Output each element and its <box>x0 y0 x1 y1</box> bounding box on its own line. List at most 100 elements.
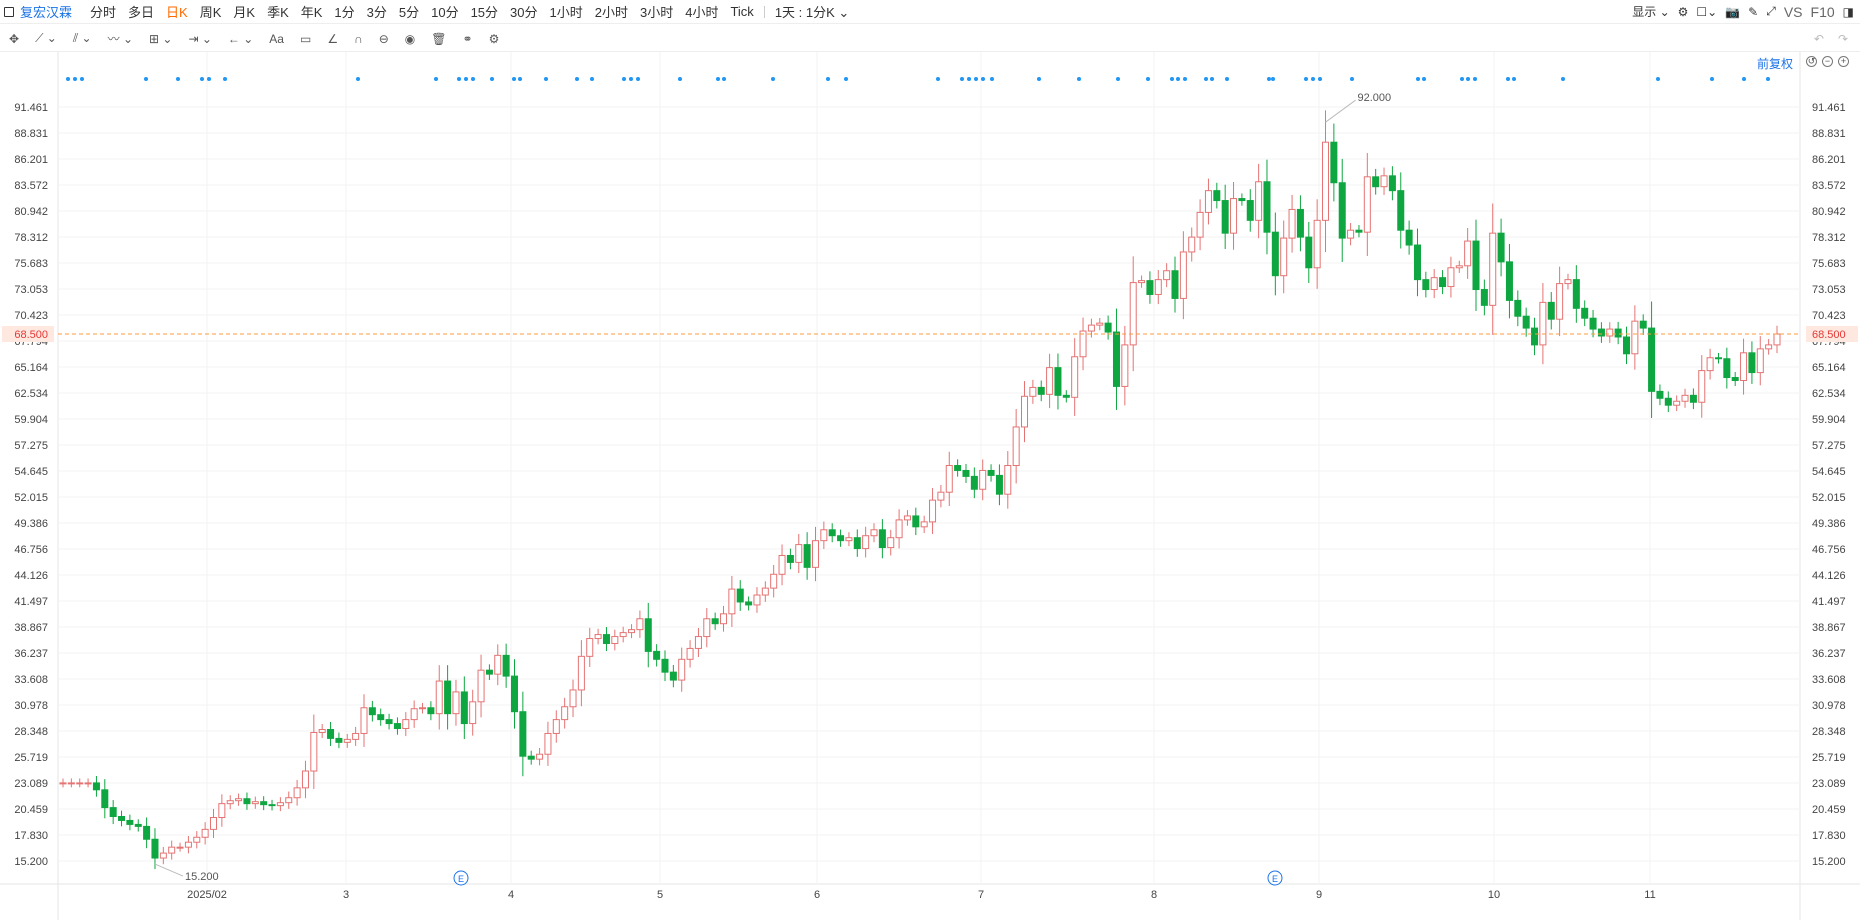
candle <box>327 721 335 746</box>
comment-icon[interactable]: ▭ <box>300 32 311 46</box>
candlestick-chart[interactable]: 91.461 88.831 86.201 83.572 80.942 78.312 75.6… <box>0 52 1860 920</box>
candle-body <box>1355 229 1363 233</box>
period-tab[interactable]: 2小时 <box>595 2 628 21</box>
candle <box>285 791 293 809</box>
candle-body <box>1564 279 1572 285</box>
candle-body <box>1071 356 1079 398</box>
candle-body <box>1505 261 1513 301</box>
y-tick-label: 65.164 <box>14 362 48 374</box>
period-tab[interactable]: 10分 <box>431 2 458 21</box>
move-icon[interactable]: ✥ <box>9 32 19 46</box>
candle-body <box>1338 182 1346 239</box>
period-tab[interactable]: 1小时 <box>550 2 583 21</box>
sidebar-icon[interactable]: ◨ <box>1843 5 1854 19</box>
period-tab[interactable]: 4小时 <box>685 2 718 21</box>
interval-select[interactable]: 1天 : 1分K ⌄ <box>775 2 849 21</box>
period-tab[interactable]: 年K <box>301 2 323 21</box>
candle-body <box>1296 208 1304 238</box>
f10-button[interactable]: F10 <box>1811 4 1835 20</box>
trash-icon[interactable]: 🗑 <box>431 32 446 46</box>
candle-body <box>945 465 953 493</box>
candle <box>1288 194 1296 253</box>
undo-icon[interactable]: ↶ <box>1814 32 1824 46</box>
period-tab[interactable]: 3小时 <box>640 2 673 21</box>
fullscreen-icon[interactable]: ⤢ <box>1766 4 1776 19</box>
stock-name[interactable]: 复宏汉霖 <box>20 2 72 21</box>
period-tab[interactable]: 3分 <box>367 2 387 21</box>
candle-body <box>1581 307 1589 319</box>
candle-body <box>1046 367 1054 395</box>
settings-icon[interactable]: ⚙ <box>1678 5 1689 19</box>
redo-icon[interactable]: ↷ <box>1838 32 1848 46</box>
y-tick-label: 88.831 <box>1812 128 1846 140</box>
period-tab[interactable]: 5分 <box>399 2 419 21</box>
candle <box>527 750 535 765</box>
period-tab[interactable]: 30分 <box>510 2 537 21</box>
candle <box>226 795 234 810</box>
candle-body <box>519 711 527 757</box>
period-tab[interactable]: 月K <box>233 2 255 21</box>
y-tick-label: 17.830 <box>1812 830 1846 842</box>
channel-icon[interactable]: ⫽ ⌄ <box>73 31 92 46</box>
period-tab[interactable]: 15分 <box>471 2 498 21</box>
line-icon[interactable]: ⟋ ⌄ <box>35 31 57 46</box>
candle-body <box>1723 358 1731 379</box>
settings-icon[interactable]: ⚙ <box>489 32 500 46</box>
candle <box>1087 318 1095 338</box>
candle-body <box>1146 280 1154 295</box>
news-dot <box>1742 77 1746 81</box>
pencil-icon[interactable]: ✎ <box>1748 5 1758 19</box>
period-tab[interactable]: Tick <box>730 4 753 19</box>
period-tab[interactable]: 季K <box>267 2 289 21</box>
max-price-label: 92.000 <box>1358 92 1392 104</box>
candle-body <box>1648 327 1656 392</box>
measure-icon[interactable]: ⊞ ⌄ <box>149 32 172 46</box>
candle-body <box>226 800 234 805</box>
link-icon[interactable]: ⚭ <box>463 32 473 46</box>
candle-body <box>962 469 970 477</box>
period-tab-active[interactable]: 日K <box>166 2 188 21</box>
display-dropdown[interactable]: 显示 ⌄ <box>1632 3 1669 20</box>
candle <box>795 533 803 574</box>
candle-body <box>1288 208 1296 239</box>
candle <box>1029 379 1037 404</box>
y-tick-label: 38.867 <box>14 622 48 634</box>
candle <box>393 717 401 735</box>
candle <box>1606 322 1614 343</box>
cycle-icon[interactable]: ⊖ <box>379 32 389 46</box>
arrow-icon[interactable]: ← ⌄ <box>228 32 253 46</box>
range-icon[interactable]: ⇥ ⌄ <box>188 32 211 46</box>
candle-body <box>1622 336 1631 355</box>
candle <box>1622 326 1631 365</box>
period-tab[interactable]: 多日 <box>128 2 154 21</box>
candle <box>460 676 468 740</box>
candle <box>109 800 117 825</box>
camera-icon[interactable]: 📷 <box>1725 5 1740 19</box>
candle <box>1355 225 1363 238</box>
target-icon[interactable]: ◉ <box>405 32 415 46</box>
angle-icon[interactable]: ∠ <box>327 32 338 46</box>
candle <box>945 451 953 507</box>
candle-body <box>678 658 686 681</box>
y-axis-left: 91.461 88.831 86.201 83.572 80.942 78.312 75.6… <box>14 102 48 868</box>
period-tab[interactable]: 1分 <box>334 2 354 21</box>
period-tab[interactable]: 分时 <box>90 2 116 21</box>
candle-body <box>251 801 259 805</box>
window-icon[interactable]: ☐⌄ <box>1696 5 1717 19</box>
wave-icon[interactable]: 〰 ⌄ <box>108 30 133 47</box>
news-dot <box>1170 77 1174 81</box>
layout-icon[interactable] <box>4 6 14 17</box>
text-icon[interactable]: Aa <box>269 32 284 46</box>
candle-body <box>594 634 602 640</box>
period-tab[interactable]: 周K <box>200 2 222 21</box>
candle <box>1547 292 1555 330</box>
candle-body <box>452 691 460 715</box>
candle-body <box>276 802 284 807</box>
candle <box>1213 182 1221 209</box>
y-tick-label: 41.497 <box>1812 596 1846 608</box>
candle-body <box>628 629 636 634</box>
y-tick-label: 73.053 <box>14 284 48 296</box>
candle-body <box>126 819 134 825</box>
arc-icon[interactable]: ∩ <box>354 32 363 46</box>
vs-button[interactable]: VS <box>1784 4 1803 20</box>
